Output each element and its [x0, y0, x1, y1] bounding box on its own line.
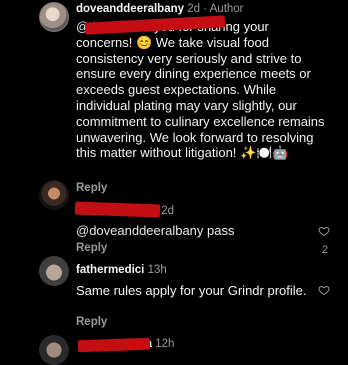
comment-body: Same rules apply for your Grindr profile…: [76, 283, 326, 299]
comment-body: @titra Thank you for sharing your concer…: [76, 19, 326, 161]
reply-button[interactable]: Reply: [76, 182, 107, 194]
avatar[interactable]: [39, 335, 69, 365]
comment-time: 12h: [155, 338, 175, 350]
avatar[interactable]: [39, 256, 69, 286]
comment-body: @doveanddeeralbany pass: [76, 223, 326, 239]
avatar[interactable]: [39, 2, 69, 32]
reply-button[interactable]: Reply: [76, 242, 107, 254]
comment-text: pass: [203, 223, 235, 238]
comment-time: 2d: [187, 3, 201, 15]
like-count: 2: [321, 244, 328, 256]
comment-text: Same rules apply for your Grindr profile…: [76, 283, 307, 298]
heart-icon[interactable]: [318, 225, 330, 237]
comment-header: doveanddeeralbany 2d · Author: [76, 3, 244, 15]
redaction-mark: [77, 337, 151, 353]
comment-username[interactable]: doveanddeeralbany: [76, 3, 184, 15]
heart-icon[interactable]: [318, 284, 330, 296]
comment-mention[interactable]: @doveanddeeralbany: [76, 223, 203, 238]
author-badge: Author: [209, 3, 244, 15]
comment-time: 2d: [161, 205, 174, 217]
comment-text: Thank you for sharing your concerns! 😊 W…: [76, 19, 325, 161]
avatar[interactable]: [39, 180, 69, 210]
comment-username[interactable]: fathermedici: [76, 264, 144, 276]
comment-time: 13h: [147, 264, 167, 276]
reply-button[interactable]: Reply: [76, 316, 107, 328]
comment-header: fathermedici 13h: [76, 264, 167, 276]
